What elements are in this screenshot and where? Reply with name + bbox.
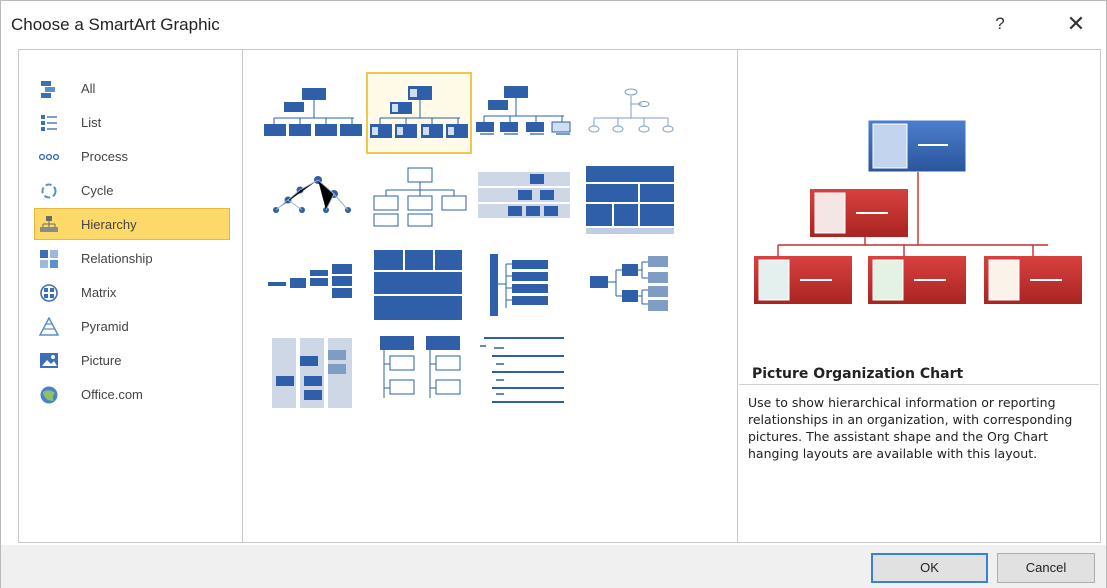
layout-thumbnail[interactable]: [260, 158, 366, 240]
layout-thumbnail[interactable]: [366, 330, 472, 412]
preview-image: [754, 119, 1082, 304]
hierarchy-icon: [40, 216, 58, 232]
category-label: Hierarchy: [81, 217, 137, 232]
category-item-cycle[interactable]: Cycle: [34, 174, 230, 206]
cancel-button[interactable]: Cancel: [997, 553, 1095, 583]
dialog-title: Choose a SmartArt Graphic: [11, 15, 220, 34]
category-item-all[interactable]: All: [34, 72, 230, 104]
preview-divider: [739, 384, 1099, 385]
category-item-office-com[interactable]: Office.com: [34, 378, 230, 410]
dialog-body: All List Process Cycle Hierarchy Relatio…: [18, 49, 1101, 543]
category-item-list[interactable]: List: [34, 106, 230, 138]
pyramid-icon: [39, 317, 59, 336]
category-label: Matrix: [81, 285, 117, 300]
layout-thumbnail[interactable]: [578, 72, 684, 154]
office-com-icon: [40, 386, 58, 404]
title-bar: Choose a SmartArt Graphic ? ✕: [1, 1, 1106, 45]
category-pane: All List Process Cycle Hierarchy Relatio…: [19, 50, 243, 542]
category-label: Pyramid: [81, 319, 129, 334]
cycle-icon: [41, 183, 57, 199]
close-button[interactable]: ✕: [1059, 11, 1093, 37]
layout-gallery: [243, 50, 738, 542]
all-icon: [41, 81, 55, 98]
category-label: Picture: [81, 353, 122, 368]
layout-thumbnail[interactable]: [472, 330, 578, 412]
layout-thumbnail[interactable]: [472, 158, 578, 240]
picture-icon: [40, 353, 58, 368]
category-label: List: [81, 115, 102, 130]
help-button[interactable]: ?: [983, 11, 1017, 37]
category-item-relationship[interactable]: Relationship: [34, 242, 230, 274]
preview-description: Use to show hierarchical information or …: [748, 395, 1073, 461]
dialog-footer: OK Cancel: [1, 545, 1106, 588]
ok-button[interactable]: OK: [871, 553, 988, 583]
layout-thumbnail[interactable]: [260, 330, 366, 412]
process-icon: [39, 153, 59, 161]
layout-thumbnail[interactable]: [260, 72, 366, 154]
category-label: Relationship: [81, 251, 153, 266]
category-label: Process: [81, 149, 128, 164]
relationship-icon: [40, 250, 58, 268]
category-label: Cycle: [81, 183, 114, 198]
category-item-process[interactable]: Process: [34, 140, 230, 172]
category-label: All: [81, 81, 96, 96]
category-item-hierarchy[interactable]: Hierarchy: [34, 208, 230, 240]
category-item-picture[interactable]: Picture: [34, 344, 230, 376]
layout-thumbnail[interactable]: [260, 244, 366, 326]
layout-thumbnail[interactable]: [366, 244, 472, 326]
matrix-icon: [40, 284, 58, 302]
layout-thumbnail[interactable]: [578, 244, 684, 326]
layout-thumbnail[interactable]: [472, 244, 578, 326]
list-icon: [41, 115, 57, 131]
layout-thumbnail[interactable]: [366, 158, 472, 240]
category-label: Office.com: [81, 387, 143, 402]
category-item-matrix[interactable]: Matrix: [34, 276, 230, 308]
layout-thumbnail[interactable]: [472, 72, 578, 154]
category-item-pyramid[interactable]: Pyramid: [34, 310, 230, 342]
smartart-dialog: Choose a SmartArt Graphic ? ✕ All List P…: [0, 0, 1107, 588]
layout-thumbnail[interactable]: [578, 158, 684, 240]
preview-title: Picture Organization Chart: [752, 366, 964, 382]
preview-pane: Picture Organization Chart Use to show h…: [738, 50, 1100, 542]
layout-thumbnail-selected[interactable]: [366, 72, 472, 154]
